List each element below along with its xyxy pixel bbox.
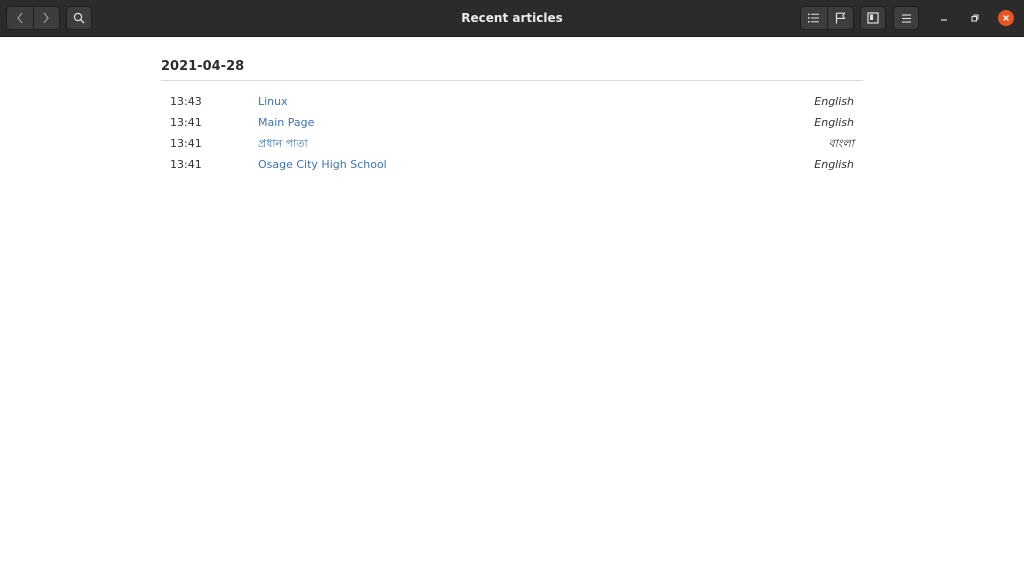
list-icon bbox=[807, 13, 819, 23]
chevron-left-icon bbox=[16, 12, 23, 24]
visit-time: 13:41 bbox=[170, 158, 202, 171]
article-link[interactable]: Main Page bbox=[258, 112, 314, 133]
minimize-icon bbox=[941, 19, 947, 21]
visit-time: 13:41 bbox=[170, 116, 202, 129]
chevron-right-icon bbox=[43, 12, 50, 24]
flag-icon bbox=[835, 12, 846, 24]
recent-articles-content: 2021-04-28 13:43 Linux English 13:41 Mai… bbox=[161, 37, 863, 175]
date-heading: 2021-04-28 bbox=[161, 59, 245, 74]
back-button[interactable] bbox=[7, 7, 33, 29]
article-link[interactable]: প্রধান পাতা bbox=[258, 133, 308, 154]
list-item: 13:41 প্রধান পাতা বাংলা bbox=[161, 133, 863, 154]
search-icon bbox=[73, 12, 85, 24]
article-language: English bbox=[814, 158, 854, 171]
close-icon bbox=[998, 10, 1014, 26]
article-language: English bbox=[814, 95, 854, 108]
article-link[interactable]: Osage City High School bbox=[258, 154, 387, 175]
article-tools-group bbox=[800, 6, 854, 30]
table-of-contents-button[interactable] bbox=[801, 7, 827, 29]
main-menu-button[interactable] bbox=[893, 6, 919, 30]
restore-button[interactable] bbox=[965, 8, 985, 28]
search-button[interactable] bbox=[66, 6, 92, 30]
close-button[interactable] bbox=[996, 8, 1016, 28]
list-item: 13:43 Linux English bbox=[161, 91, 863, 112]
forward-button[interactable] bbox=[32, 7, 60, 29]
minimize-button[interactable] bbox=[934, 8, 954, 28]
article-language: বাংলা bbox=[828, 137, 854, 150]
article-link[interactable]: Linux bbox=[258, 91, 288, 112]
book-icon bbox=[867, 12, 879, 24]
divider bbox=[161, 80, 863, 81]
list-item: 13:41 Osage City High School English bbox=[161, 154, 863, 175]
restore-icon bbox=[971, 14, 979, 22]
list-item: 13:41 Main Page English bbox=[161, 112, 863, 133]
bookmark-button[interactable] bbox=[826, 7, 853, 29]
reading-list-button[interactable] bbox=[860, 6, 886, 30]
navigation-group bbox=[6, 6, 60, 30]
header-bar: Recent articles bbox=[0, 0, 1024, 37]
visit-time: 13:43 bbox=[170, 95, 202, 108]
recent-articles-list: 13:43 Linux English 13:41 Main Page Engl… bbox=[161, 91, 863, 175]
hamburger-icon bbox=[901, 13, 911, 23]
visit-time: 13:41 bbox=[170, 137, 202, 150]
article-language: English bbox=[814, 116, 854, 129]
